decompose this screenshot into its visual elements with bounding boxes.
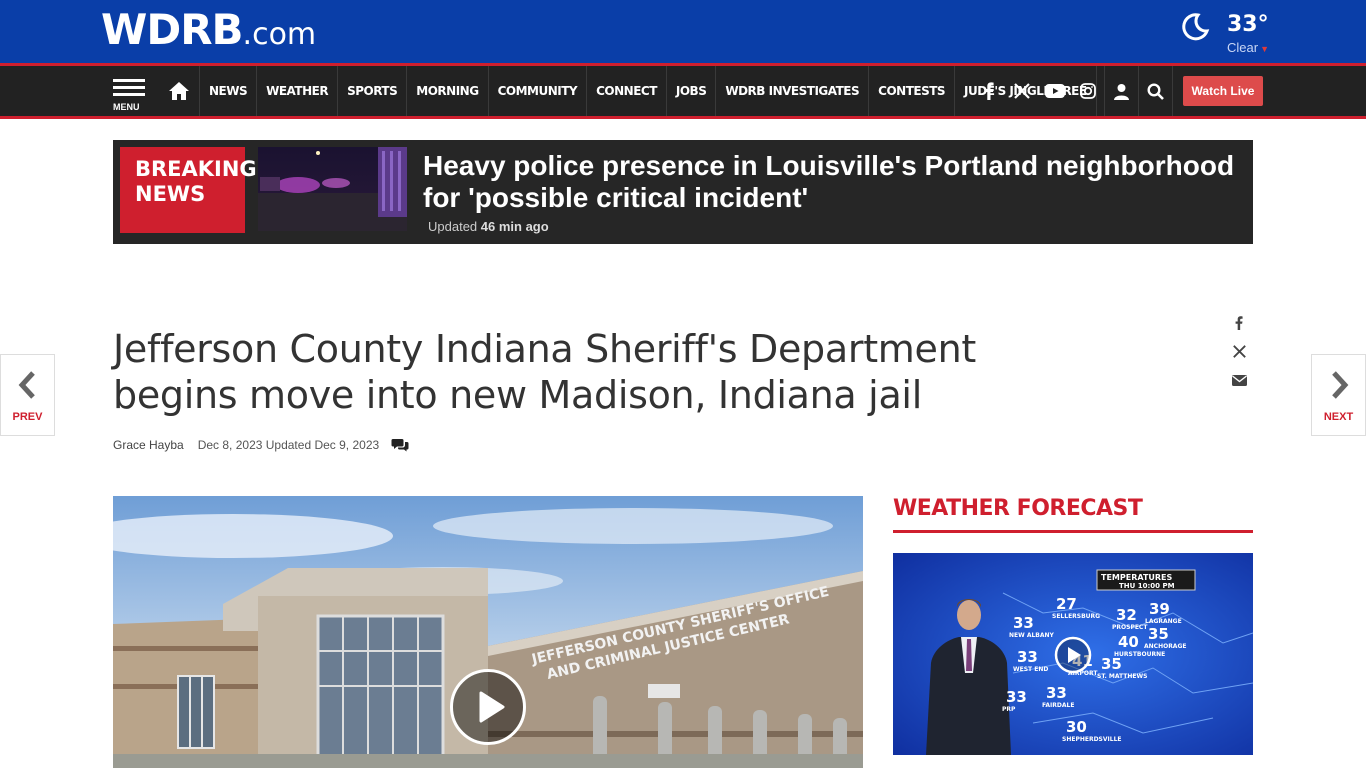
- home-icon[interactable]: [168, 80, 190, 102]
- chevron-right-icon: [1332, 371, 1349, 399]
- breaking-headline[interactable]: Heavy police presence in Louisville's Po…: [423, 150, 1248, 214]
- weather-forecast-heading: WEATHER FORECAST: [893, 496, 1253, 533]
- map-city-name: ST. MATTHEWS: [1097, 673, 1147, 680]
- article-dates: Dec 8, 2023 Updated Dec 9, 2023: [197, 438, 380, 452]
- social-links: [972, 66, 1173, 116]
- facebook-icon[interactable]: [972, 66, 1005, 116]
- user-icon[interactable]: [1105, 66, 1138, 116]
- map-city-temp: 35: [1101, 655, 1122, 673]
- article-hero-video[interactable]: JEFFERSON COUNTY SHERIFF'S OFFICE AND CR…: [113, 496, 863, 768]
- share-x-icon[interactable]: [1230, 337, 1248, 366]
- condition-text: Clear: [1227, 40, 1259, 55]
- breaking-thumbnail[interactable]: [258, 147, 407, 231]
- article-title: Jefferson County Indiana Sheriff's Depar…: [113, 327, 976, 417]
- share-email-icon[interactable]: [1230, 366, 1248, 395]
- map-city-temp: 33: [1017, 648, 1038, 666]
- weather-widget[interactable]: 33° Clear ▼: [1180, 10, 1270, 56]
- map-city-temp: 40: [1118, 633, 1139, 651]
- nav-item-news[interactable]: NEWS: [199, 66, 256, 116]
- map-city-name: NEW ALBANY: [1009, 632, 1055, 639]
- map-city-temp: 33: [1013, 614, 1034, 632]
- current-condition: Clear ▼: [1227, 40, 1269, 55]
- nav-item-contests[interactable]: CONTESTS: [868, 66, 954, 116]
- logo-text: WDRB: [101, 5, 244, 54]
- map-city-name: PRP: [1002, 706, 1016, 713]
- nav-item-investigates[interactable]: WDRB INVESTIGATES: [715, 66, 868, 116]
- chevron-left-icon: [18, 371, 35, 399]
- instagram-icon[interactable]: [1071, 66, 1104, 116]
- breaking-label: BREAKING NEWS: [120, 147, 257, 233]
- hamburger-line: [113, 79, 145, 82]
- updated-prefix: Updated: [428, 219, 478, 234]
- breaking-label-line2: NEWS: [135, 182, 206, 206]
- logo-suffix: .com: [242, 17, 317, 52]
- main-nav: MENU NEWS WEATHER SPORTS MORNING COMMUNI…: [0, 63, 1366, 119]
- moon-icon: [1182, 13, 1210, 41]
- menu-button[interactable]: MENU: [113, 75, 147, 113]
- youtube-icon[interactable]: [1038, 66, 1071, 116]
- article-author[interactable]: Grace Hayba: [113, 438, 184, 452]
- nav-item-sports[interactable]: SPORTS: [337, 66, 406, 116]
- play-icon: [479, 691, 505, 723]
- breaking-label-line1: BREAKING: [135, 157, 257, 181]
- caret-down-icon: ▼: [1260, 44, 1269, 54]
- breaking-updated: Updated 46 min ago: [428, 219, 549, 234]
- brand-bar: WDRB.com 33° Clear ▼: [0, 0, 1366, 63]
- search-icon[interactable]: [1139, 66, 1172, 116]
- nav-items: NEWS WEATHER SPORTS MORNING COMMUNITY CO…: [199, 66, 1097, 116]
- breaking-news-banner[interactable]: BREAKING NEWS Heavy police presence in L…: [113, 140, 1253, 244]
- site-logo[interactable]: WDRB.com: [101, 6, 316, 59]
- map-city-temp: 35: [1148, 625, 1169, 643]
- share-facebook-icon[interactable]: [1230, 308, 1248, 337]
- share-bar: [1230, 308, 1248, 395]
- nav-item-connect[interactable]: CONNECT: [586, 66, 666, 116]
- menu-label: MENU: [113, 102, 140, 112]
- updated-ago: 46 min ago: [480, 219, 549, 234]
- nav-item-community[interactable]: COMMUNITY: [487, 66, 587, 116]
- next-label: NEXT: [1323, 411, 1354, 423]
- weather-forecast-video[interactable]: TEMPERATURES THU 10:00 PM 27 SELLERSBURG 3…: [893, 553, 1253, 755]
- map-city-name: LAGRANGE: [1145, 618, 1182, 625]
- map-city-temp: 33: [1006, 688, 1027, 706]
- map-city-name: SHEPHERDSVILLE: [1062, 736, 1122, 743]
- x-icon[interactable]: [1005, 66, 1038, 116]
- map-city-name: ANCHORAGE: [1144, 643, 1186, 650]
- map-header-line1: TEMPERATURES: [1101, 573, 1173, 582]
- map-city-temp: 30: [1066, 718, 1087, 736]
- current-temperature: 33°: [1227, 12, 1269, 37]
- watch-live-button[interactable]: Watch Live: [1183, 76, 1263, 106]
- prev-article-button[interactable]: PREV: [0, 354, 55, 436]
- map-city-name: PROSPECT: [1112, 624, 1148, 631]
- comments-icon[interactable]: [391, 438, 409, 452]
- nav-item-morning[interactable]: MORNING: [406, 66, 487, 116]
- article-meta: Grace Hayba Dec 8, 2023 Updated Dec 9, 2…: [113, 438, 409, 452]
- prev-label: PREV: [12, 411, 43, 423]
- map-city-name: FAIRDALE: [1042, 702, 1074, 709]
- map-city-name: WEST END: [1013, 666, 1048, 673]
- map-city-name: SELLERSBURG: [1052, 613, 1100, 620]
- map-city-temp: 27: [1056, 595, 1077, 613]
- nav-item-weather[interactable]: WEATHER: [256, 66, 337, 116]
- hamburger-line: [113, 93, 145, 96]
- next-article-button[interactable]: NEXT: [1311, 354, 1366, 436]
- video-play-button[interactable]: [450, 669, 526, 745]
- hamburger-line: [113, 86, 145, 89]
- nav-item-jobs[interactable]: JOBS: [665, 66, 715, 116]
- map-header-line2: THU 10:00 PM: [1119, 582, 1175, 590]
- map-city-temp: 32: [1116, 606, 1137, 624]
- map-city-temp: 39: [1149, 600, 1170, 618]
- map-city-temp: 33: [1046, 684, 1067, 702]
- nav-divider: [1172, 66, 1173, 116]
